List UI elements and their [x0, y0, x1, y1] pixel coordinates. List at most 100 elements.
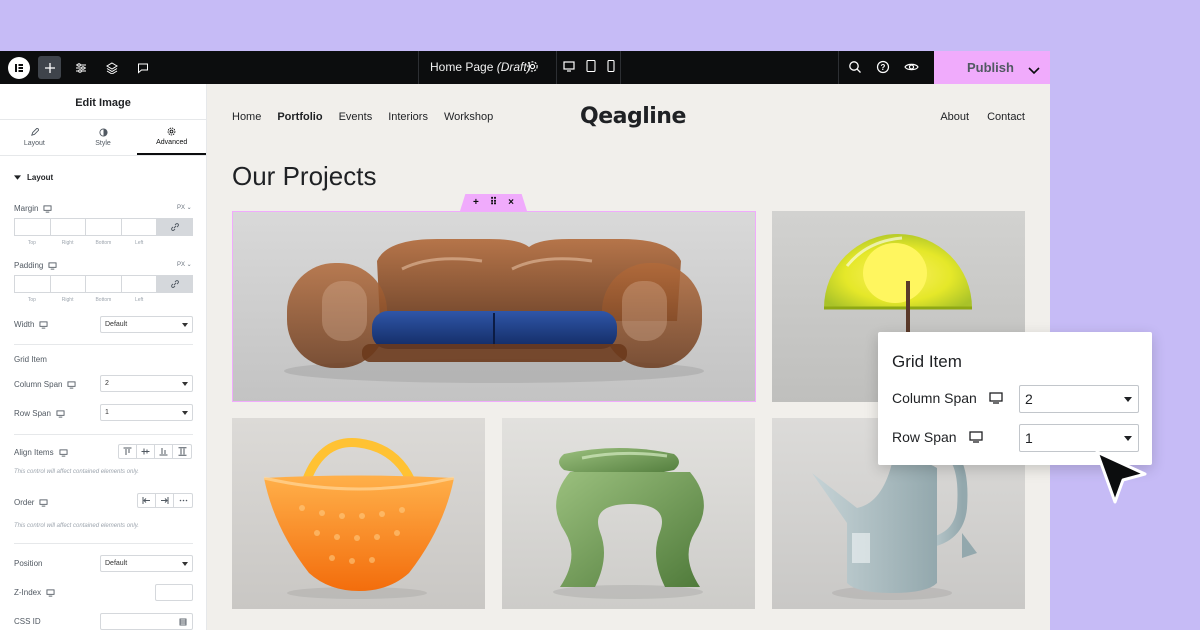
- nav-link-about[interactable]: About: [940, 111, 969, 123]
- margin-top-input[interactable]: [14, 218, 50, 236]
- margin-right-input[interactable]: [49, 218, 86, 236]
- align-start-button[interactable]: [119, 445, 137, 458]
- nav-link-workshop[interactable]: Workshop: [444, 111, 493, 123]
- align-end-button[interactable]: [155, 445, 173, 458]
- padding-link-button[interactable]: [156, 275, 193, 293]
- help-icon[interactable]: ?: [876, 60, 890, 79]
- eye-icon[interactable]: [904, 60, 919, 79]
- panel-title: Edit Image: [0, 84, 206, 120]
- order-hint: This control will affect contained eleme…: [14, 523, 139, 529]
- order-start-icon: [142, 497, 150, 504]
- plus-icon: [44, 62, 55, 73]
- padding-right-input[interactable]: [49, 275, 86, 293]
- padding-bottom-input[interactable]: [85, 275, 121, 293]
- tab-layout[interactable]: Layout: [0, 120, 69, 155]
- align-stretch-button[interactable]: [173, 445, 191, 458]
- margin-label: Margin: [14, 204, 52, 213]
- chevron-down-icon[interactable]: [1028, 62, 1040, 80]
- comment-icon: [137, 63, 148, 74]
- popover-column-span-text: Column Span: [892, 390, 977, 406]
- tab-advanced-label: Advanced: [156, 139, 188, 146]
- margin-unit[interactable]: PX ⌄: [177, 204, 192, 211]
- z-index-label-text: Z-Index: [14, 588, 42, 597]
- drag-handle-icon[interactable]: ⠿: [490, 197, 497, 208]
- tab-advanced[interactable]: Advanced: [137, 120, 206, 155]
- nav-link-portfolio[interactable]: Portfolio: [277, 111, 322, 123]
- editor-topbar: Home Page (Draft) ? Publish: [0, 51, 1050, 84]
- padding-left-input[interactable]: [120, 275, 157, 293]
- position-select[interactable]: Default: [100, 555, 193, 572]
- desktop-icon: [59, 448, 68, 457]
- site-logo[interactable]: Qeagline: [580, 104, 686, 129]
- caret-down-icon: [182, 323, 188, 327]
- svg-text:?: ?: [881, 63, 886, 72]
- desktop-icon: [48, 261, 57, 270]
- mobile-icon[interactable]: [606, 59, 615, 77]
- z-index-input[interactable]: [155, 584, 193, 601]
- nav-link-contact[interactable]: Contact: [987, 111, 1025, 123]
- side-label: Left: [134, 240, 144, 246]
- column-span-label-text: Column Span: [14, 380, 63, 389]
- comments-button[interactable]: [131, 56, 154, 79]
- mouse-pointer-icon: [1093, 448, 1151, 513]
- padding-top-input[interactable]: [14, 275, 50, 293]
- desktop-icon[interactable]: [562, 59, 575, 77]
- side-label: Bottom: [95, 297, 112, 303]
- layout-section-toggle[interactable]: Layout: [14, 173, 53, 182]
- row-span-select[interactable]: 1: [100, 404, 193, 421]
- order-end-button[interactable]: [156, 494, 174, 507]
- padding-unit[interactable]: PX ⌄: [177, 261, 192, 268]
- tab-style-label: Style: [95, 140, 111, 147]
- padding-unit-text: PX: [177, 262, 186, 268]
- project-image-basket[interactable]: [232, 418, 485, 609]
- caret-down-icon: [182, 411, 188, 415]
- project-image-stool[interactable]: [502, 418, 755, 609]
- grid-item-label: Grid Item: [14, 355, 47, 364]
- page-title[interactable]: Home Page (Draft): [430, 60, 531, 74]
- publish-button[interactable]: Publish: [934, 51, 1050, 84]
- more-icon: [179, 499, 187, 502]
- width-label: Width: [14, 320, 48, 329]
- align-bottom-icon: [159, 448, 168, 456]
- align-stretch-icon: [178, 447, 186, 456]
- popover-row-span-value: 1: [1025, 430, 1033, 446]
- link-icon: [170, 280, 179, 288]
- tablet-icon[interactable]: [585, 59, 596, 77]
- add-element-button[interactable]: [38, 56, 61, 79]
- z-index-label: Z-Index: [14, 588, 55, 597]
- popover-column-span-select[interactable]: 2: [1019, 385, 1139, 413]
- elementor-logo-icon[interactable]: [8, 56, 30, 79]
- margin-left-input[interactable]: [120, 218, 157, 236]
- width-select[interactable]: Default: [100, 316, 193, 333]
- order-label: Order: [14, 498, 48, 507]
- nav-link-events[interactable]: Events: [339, 111, 373, 123]
- element-handle[interactable]: + ⠿ ×: [460, 194, 527, 211]
- nav-link-home[interactable]: Home: [232, 111, 261, 123]
- order-custom-button[interactable]: [174, 494, 192, 507]
- nav-link-interiors[interactable]: Interiors: [388, 111, 428, 123]
- margin-link-button[interactable]: [156, 218, 193, 236]
- structure-button[interactable]: [100, 56, 123, 79]
- padding-label: Padding: [14, 261, 57, 270]
- css-id-input[interactable]: [100, 613, 193, 630]
- site-settings-button[interactable]: [69, 56, 92, 79]
- divider: [14, 434, 193, 435]
- caret-down-icon: [182, 562, 188, 566]
- align-center-button[interactable]: [137, 445, 155, 458]
- column-span-select[interactable]: 2: [100, 375, 193, 392]
- tab-style[interactable]: Style: [69, 120, 138, 155]
- add-icon[interactable]: +: [473, 197, 479, 208]
- desktop-icon: [989, 392, 1003, 404]
- desktop-icon: [46, 588, 55, 597]
- column-span-label: Column Span: [14, 380, 76, 389]
- search-icon[interactable]: [848, 60, 862, 79]
- side-label: Top: [27, 297, 36, 303]
- close-icon[interactable]: ×: [508, 197, 514, 208]
- margin-side-labels: Top Right Bottom Left: [14, 240, 157, 246]
- margin-unit-text: PX: [177, 205, 186, 211]
- order-start-button[interactable]: [138, 494, 156, 507]
- pencil-icon: [30, 128, 39, 136]
- page-settings-button[interactable]: [526, 60, 539, 78]
- contrast-icon: [98, 128, 108, 137]
- margin-bottom-input[interactable]: [85, 218, 121, 236]
